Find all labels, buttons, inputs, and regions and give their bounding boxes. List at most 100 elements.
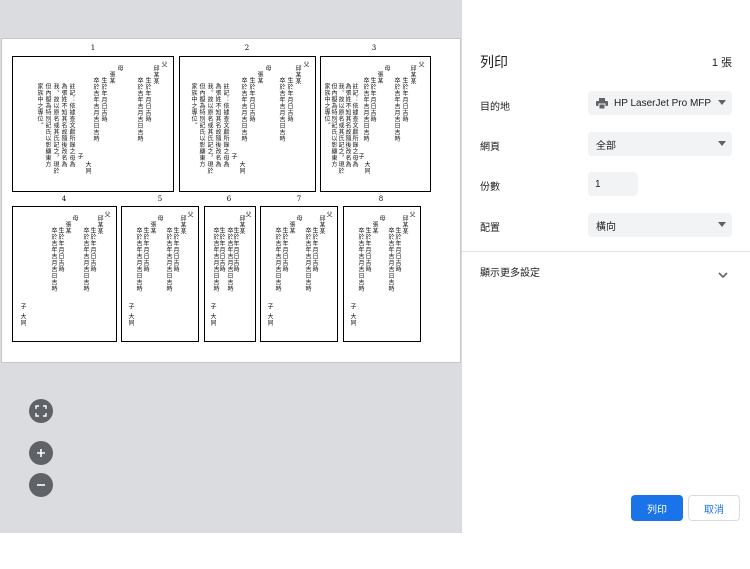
page-text: 卒於吉年吉月吉日吉時 [92,77,99,142]
sheet-count: 1 張 [711,57,732,69]
page-text: 但內擬為特別記氏以彰顯東方 [198,83,205,168]
page-text: 生於年月日吉時 [364,227,371,273]
page-text: 卒於吉年吉月吉日吉時 [240,77,247,142]
preview-sheet: 1 2 3 4 5 6 7 8 父 邱某某 生於年月日吉時 卒於吉年吉月吉日吉時… [1,38,461,363]
page-text: 卒於吉年吉月吉日吉時 [212,227,219,292]
page-text: 生於年月日吉時 [286,77,293,123]
preview-page-6: 父 邱某某 生於年月日吉時 卒於吉年吉月吉日吉時 生於年月日吉時 卒於吉年吉月吉… [204,206,256,342]
page-text: 註記：依據查文獻所錄之母為 [222,83,229,168]
preview-page-1: 父 邱某某 生於年月日吉時 卒於吉年吉月吉日吉時 母 張某 生於年月日吉時 卒於… [12,56,174,192]
page-text: 卒於吉年吉月吉日吉時 [82,227,89,292]
pages-label: 網頁 [480,142,500,153]
zoom-in-button[interactable] [29,441,53,465]
cancel-button[interactable]: 取消 [688,495,740,521]
page-text: 母 [116,65,123,72]
chevron-down-icon[interactable] [718,264,728,283]
preview-page-4: 父 邱某某 生於年月日吉時 卒於吉年吉月吉日吉時 母 張某 生於年月日吉時 卒於… [12,206,117,342]
page-text: 張某 [108,71,115,84]
page-text: 生於年月日吉時 [142,227,149,273]
page-text: 子 [19,303,26,310]
page-text: 母 [295,215,302,222]
page-text: 張某 [371,221,378,234]
page-text: 我。故以原名或其氏記之，現於 [337,83,344,174]
page-text: 張某 [64,221,71,234]
page-text: 註記：依據查文獻所錄之母為 [68,83,75,168]
page-text: 父 [325,211,332,218]
page-text: 為張姓不知其名故隨後改名為 [344,83,351,168]
page-text: 卒於吉年吉月吉日吉時 [165,227,172,292]
page-text: 邱某某 [294,65,301,85]
page-text: 但內擬為特別記氏以彰顯東方 [330,83,337,168]
page-text: 子 [349,303,356,310]
page-text: 大同 [363,161,370,174]
page-number: 6 [226,195,232,203]
pages-value: 全部 [596,140,616,152]
page-text: 大同 [84,161,91,174]
page-text: 卒於吉年吉月吉日吉時 [136,77,143,142]
page-text: 張某 [256,71,263,84]
page-text: 父 [417,61,424,68]
more-settings-toggle[interactable]: 顯示更多設定 [480,264,540,279]
page-text: 母 [264,65,271,72]
page-text: 張某 [149,221,156,234]
page-text: 母 [378,215,385,222]
page-text: 邱某某 [179,215,186,235]
pages-select[interactable]: 全部 [588,132,732,156]
page-number: 7 [296,195,302,203]
print-button[interactable]: 列印 [631,495,683,521]
page-text: 子 [266,303,273,310]
destination-value: HP LaserJet Pro MFP [614,97,712,109]
page-number: 3 [371,44,377,52]
page-text: 邱某某 [238,215,245,235]
page-text: 邱某某 [318,215,325,235]
page-text: 生於年月日吉時 [401,77,408,123]
page-number: 1 [90,44,96,52]
page-text: 生於年月日吉時 [248,77,255,123]
preview-page-7: 父 邱某某 生於年月日吉時 卒於吉年吉月吉日吉時 母 張某 生於年月日吉時 卒於… [260,206,338,342]
page-text: 母 [156,215,163,222]
page-text: 大同 [19,313,26,326]
print-settings-panel: 列印 1 張 目的地 HP LaserJet Pro MFP 網頁 全部 份數 … [462,0,750,569]
copies-input[interactable] [588,172,638,196]
page-number: 5 [157,195,163,203]
divider [462,251,750,252]
page-text: 大同 [349,313,356,326]
page-text: 生於年月日吉時 [172,227,179,273]
page-text: 卒於吉年吉月吉日吉時 [357,227,364,292]
destination-label: 目的地 [480,102,510,113]
page-text: 為張姓不知其名故隨後改名為 [214,83,221,168]
page-text: 生於年月日吉時 [232,227,239,273]
page-text: 卒於吉年吉月吉日吉時 [274,227,281,292]
page-text: 父 [302,61,309,68]
plus-icon [35,447,47,459]
page-text: 為張姓不知其名故隨後改名為 [60,83,67,168]
page-text: 卒於吉年吉月吉日吉時 [304,227,311,292]
destination-select[interactable]: HP LaserJet Pro MFP [588,91,732,115]
fit-to-page-button[interactable] [29,399,53,423]
print-preview-area: 1 2 3 4 5 6 7 8 父 邱某某 生於年月日吉時 卒於吉年吉月吉日吉時… [0,0,462,533]
page-text: 子 [357,153,364,160]
preview-page-3: 父 邱某某 生於年月日吉時 卒於吉年吉月吉日吉時 母 張某 生於年月日吉時 卒於… [320,56,431,192]
page-text: 父 [103,211,110,218]
page-text: 卒於吉年吉月吉日吉時 [50,227,57,292]
page-text: 張某 [376,71,383,84]
page-text: 但內擬為特別記氏以彰顯東方 [44,83,51,168]
preview-page-2: 父 邱某某 生於年月日吉時 卒於吉年吉月吉日吉時 母 張某 生於年月日吉時 卒於… [179,56,316,192]
page-text: 邱某某 [409,65,416,85]
fit-page-icon [35,405,47,417]
zoom-out-button[interactable] [29,473,53,497]
page-text: 卒於吉年吉月吉日吉時 [393,77,400,142]
page-text: 子 [230,153,237,160]
page-text: 生於年月日吉時 [57,227,64,273]
page-text: 大同 [127,313,134,326]
page-number: 8 [378,195,384,203]
copies-label: 份數 [480,182,500,193]
layout-select[interactable]: 橫向 [588,213,732,237]
page-text: 卒於吉年吉月吉日吉時 [362,77,369,142]
page-text: 卒於吉年吉月吉日吉時 [387,227,394,292]
page-text: 生於年月日吉時 [369,77,376,123]
page-text: 母 [383,65,390,72]
layout-label: 配置 [480,223,500,234]
page-text: 子 [209,303,216,310]
page-text: 卒於吉年吉月吉日吉時 [278,77,285,142]
